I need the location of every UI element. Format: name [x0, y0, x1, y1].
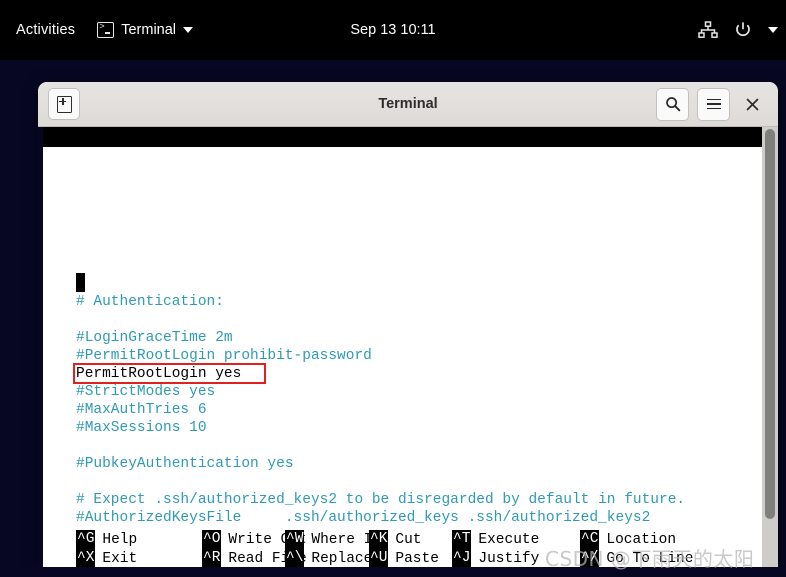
app-menu-button[interactable]: Terminal	[97, 20, 194, 38]
shortcut-label: Cut	[395, 531, 422, 548]
shortcut-item[interactable]: ^K Cut	[369, 530, 422, 549]
shortcut-label: Go To Line	[606, 550, 694, 567]
clock-label: Sep 13 10:11	[350, 22, 436, 38]
shortcut-item[interactable]: ^C Location	[580, 530, 676, 549]
editor-line: #StrictModes yes	[76, 384, 216, 400]
shortcut-item[interactable]: ^X Exit	[76, 549, 137, 567]
gnome-top-bar: Activities Terminal Sep 13 10:11	[0, 0, 786, 60]
shortcut-label: Execute	[478, 531, 540, 548]
terminal-icon	[97, 20, 115, 38]
shortcut-label: Replace	[311, 550, 373, 567]
shortcut-key: ^R	[202, 549, 222, 567]
editor-line: # Authentication:	[76, 294, 224, 310]
desktop-bottom-strip	[0, 567, 786, 577]
app-menu-label: Terminal	[121, 22, 177, 38]
hamburger-menu-icon	[706, 96, 721, 112]
shortcut-key: ^W	[285, 530, 305, 549]
shortcut-label: Paste	[395, 550, 439, 567]
shortcut-label: Help	[102, 531, 138, 548]
nano-shortcut-bar: ^G Help ^O Write Out ^W Where Is ^K Cut ^T Execut…	[43, 530, 778, 567]
new-tab-button[interactable]	[48, 88, 80, 120]
shortcut-key: ^K	[369, 530, 389, 549]
shortcut-key: ^C	[580, 530, 600, 549]
shortcut-key: ^J	[452, 549, 472, 567]
text-cursor	[76, 273, 85, 292]
nano-filename-label: sshd_config	[417, 169, 513, 185]
activities-button[interactable]: Activities	[16, 22, 75, 38]
top-bar-left-group: Activities Terminal	[0, 20, 194, 38]
power-icon[interactable]	[734, 21, 752, 39]
editor-line: #LoginGraceTime 2m	[76, 330, 233, 346]
shortcut-key: ^O	[202, 530, 222, 549]
scrollbar-thumb[interactable]	[765, 129, 775, 519]
close-button[interactable]	[738, 90, 766, 118]
terminal-content[interactable]: GNU nano 5.4 sshd_config # Authenticatio…	[38, 127, 778, 567]
shortcut-key: ^T	[452, 530, 472, 549]
window-titlebar[interactable]: Terminal	[38, 82, 778, 127]
shortcut-item[interactable]: ^\ Replace	[285, 549, 372, 567]
shortcut-label: Exit	[102, 550, 138, 567]
editor-line: #MaxAuthTries 6	[76, 402, 207, 418]
nano-version-label: GNU nano 5.4	[77, 149, 182, 165]
editor-line: PermitRootLogin yes	[76, 366, 242, 382]
editor-line: #PubkeyAuthentication yes	[76, 456, 294, 472]
system-status-area[interactable]	[698, 21, 778, 39]
editor-line: #PermitRootLogin prohibit-password	[76, 348, 372, 364]
window-left-edge	[38, 127, 43, 567]
nano-editor-text[interactable]: # Authentication: #LoginGraceTime 2m #Per…	[76, 293, 766, 567]
search-icon	[665, 97, 680, 112]
titlebar-buttons	[656, 87, 770, 121]
shortcut-key: ^U	[369, 549, 389, 567]
shortcut-item[interactable]: ^/ Go To Line	[580, 549, 693, 567]
chevron-down-icon	[183, 27, 194, 33]
shortcut-item[interactable]: ^J Justify	[452, 549, 539, 567]
shortcut-item[interactable]: ^G Help	[76, 530, 137, 549]
new-tab-icon	[56, 95, 72, 113]
close-icon	[746, 98, 758, 110]
shortcut-label: Location	[606, 531, 677, 548]
editor-line: #AuthorizedKeysFile .ssh/authorized_keys…	[76, 510, 651, 526]
menu-button[interactable]	[697, 87, 730, 121]
shortcut-key: ^G	[76, 530, 96, 549]
shortcut-key: ^\	[285, 549, 305, 567]
shortcut-item[interactable]: ^W Where Is	[285, 530, 381, 549]
shortcut-key: ^X	[76, 549, 96, 567]
search-button[interactable]	[656, 87, 689, 121]
editor-line: # Expect .ssh/authorized_keys2 to be dis…	[76, 492, 686, 508]
system-menu-chevron-down-icon[interactable]	[768, 27, 778, 33]
shortcut-label: Justify	[478, 550, 540, 567]
wired-network-icon[interactable]	[698, 21, 718, 39]
nano-title-bar: GNU nano 5.4 sshd_config	[43, 127, 778, 185]
shortcut-key: ^/	[580, 549, 600, 567]
terminal-scrollbar[interactable]	[762, 127, 778, 567]
shortcut-item[interactable]: ^T Execute	[452, 530, 539, 549]
editor-line: #MaxSessions 10	[76, 420, 207, 436]
terminal-window: Terminal GNU nano 5.4 sshd_config # Auth…	[38, 82, 778, 567]
shortcut-item[interactable]: ^U Paste	[369, 549, 439, 567]
